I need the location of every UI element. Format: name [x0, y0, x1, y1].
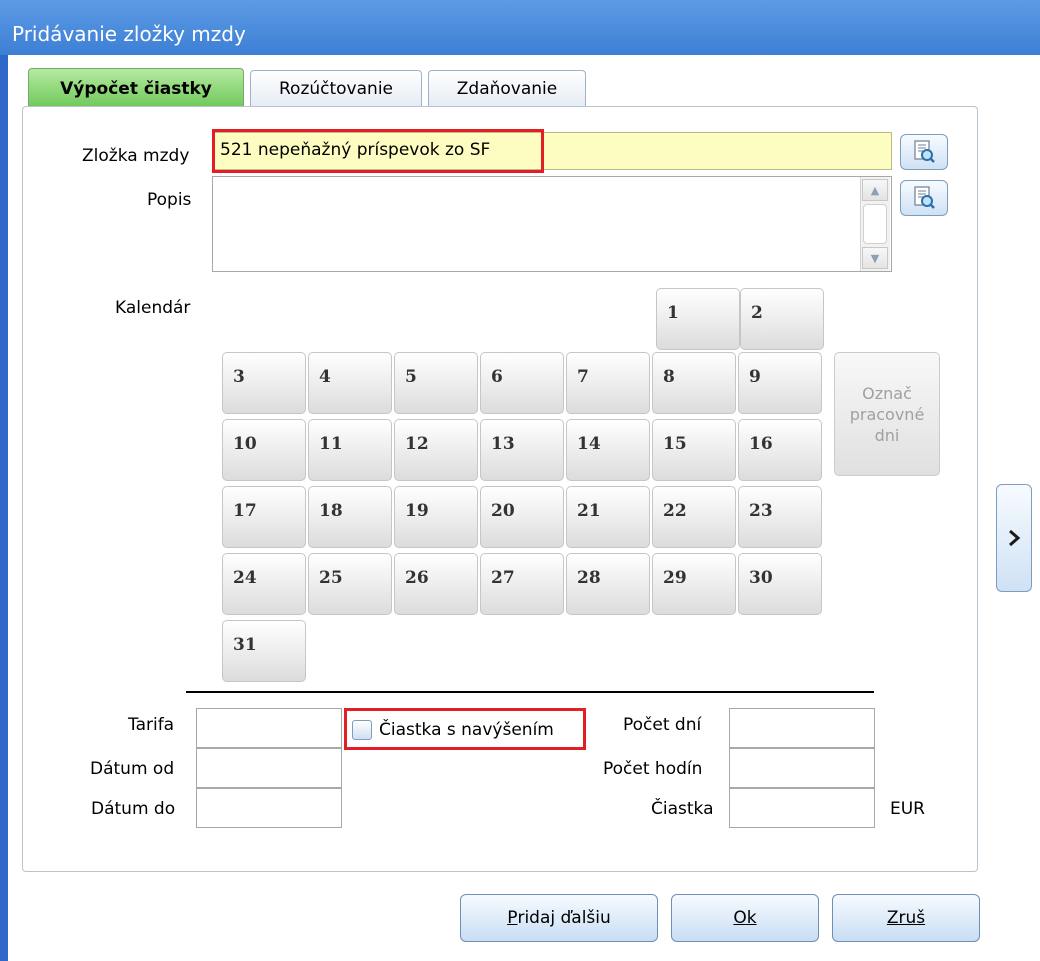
- popis-textarea[interactable]: [212, 176, 892, 272]
- calendar-day-23[interactable]: 23: [738, 486, 822, 548]
- calendar-day-3[interactable]: 3: [222, 352, 306, 414]
- expand-panel-button[interactable]: [996, 484, 1032, 592]
- calendar-day-9[interactable]: 9: [738, 352, 822, 414]
- section-divider: [186, 691, 874, 693]
- scroll-down-icon[interactable]: ▼: [862, 247, 888, 269]
- ciastka-label: Čiastka: [651, 799, 714, 819]
- add-next-mnemonic: P: [507, 908, 518, 928]
- calendar-day-18[interactable]: 18: [308, 486, 392, 548]
- datum-do-input[interactable]: [196, 788, 342, 828]
- chevron-right-icon: [1009, 529, 1021, 547]
- lookup-icon: [914, 186, 935, 209]
- calendar-day-28[interactable]: 28: [566, 553, 650, 615]
- calendar-day-4[interactable]: 4: [308, 352, 392, 414]
- ciastka-input[interactable]: [729, 788, 875, 828]
- datum-od-label: Dátum od: [90, 759, 175, 779]
- tarifa-label: Tarifa: [128, 715, 175, 735]
- calendar-day-27[interactable]: 27: [480, 553, 564, 615]
- tarifa-input[interactable]: [196, 708, 342, 748]
- tab-rozuctovanie[interactable]: Rozúčtovanie: [250, 70, 422, 106]
- cancel-mnemonic: Z: [886, 908, 899, 928]
- calendar-day-31[interactable]: 31: [222, 620, 306, 682]
- calendar-day-12[interactable]: 12: [394, 419, 478, 481]
- mark-work-days-button[interactable]: Označ pracovné dni: [834, 352, 940, 476]
- zlozka-label: Zložka mzdy: [82, 146, 190, 166]
- calendar-day-16[interactable]: 16: [738, 419, 822, 481]
- calendar-day-22[interactable]: 22: [652, 486, 736, 548]
- pocet-dni-input[interactable]: [729, 708, 875, 748]
- calendar-day-10[interactable]: 10: [222, 419, 306, 481]
- ok-label: k: [746, 908, 757, 928]
- datum-do-label: Dátum do: [91, 799, 176, 819]
- cancel-button[interactable]: Zruš: [832, 894, 980, 942]
- popis-lookup-button[interactable]: [900, 180, 948, 216]
- add-next-button[interactable]: Pridaj ďalšiu: [460, 894, 658, 942]
- mark-work-days-label: Označ pracovné dni: [849, 383, 925, 445]
- lookup-icon: [914, 140, 935, 163]
- popis-label: Popis: [147, 190, 192, 210]
- scroll-up-icon[interactable]: ▲: [862, 179, 888, 201]
- tab-vypocet-ciastky[interactable]: Výpočet čiastky: [28, 68, 244, 108]
- kalendar-label: Kalendár: [115, 298, 191, 318]
- pocet-dni-label: Počet dní: [623, 715, 702, 735]
- window-frame-left: [0, 55, 8, 961]
- calendar-day-8[interactable]: 8: [652, 352, 736, 414]
- ok-button[interactable]: Ok: [671, 894, 819, 942]
- scroll-thumb[interactable]: [863, 204, 887, 244]
- calendar-day-1[interactable]: 1: [656, 288, 740, 350]
- window-title: Pridávanie zložky mzdy: [12, 22, 246, 46]
- pocet-hodin-input[interactable]: [729, 748, 875, 788]
- calendar-day-13[interactable]: 13: [480, 419, 564, 481]
- calendar-day-19[interactable]: 19: [394, 486, 478, 548]
- zlozka-lookup-button[interactable]: [900, 134, 948, 170]
- datum-od-input[interactable]: [196, 748, 342, 788]
- cancel-label: ruš: [898, 908, 926, 928]
- calendar-day-21[interactable]: 21: [566, 486, 650, 548]
- calendar-day-20[interactable]: 20: [480, 486, 564, 548]
- pocet-hodin-label: Počet hodín: [603, 759, 703, 779]
- calendar-day-7[interactable]: 7: [566, 352, 650, 414]
- calendar-day-15[interactable]: 15: [652, 419, 736, 481]
- ciastka-s-navysenim-checkbox[interactable]: [352, 720, 372, 740]
- calendar-day-25[interactable]: 25: [308, 553, 392, 615]
- calendar-day-2[interactable]: 2: [740, 288, 824, 350]
- calendar-day-5[interactable]: 5: [394, 352, 478, 414]
- ciastka-s-navysenim-label: Čiastka s navýšením: [379, 720, 554, 740]
- window-frame-right: [1032, 55, 1040, 961]
- calendar-day-30[interactable]: 30: [738, 553, 822, 615]
- calendar-day-26[interactable]: 26: [394, 553, 478, 615]
- calendar-day-29[interactable]: 29: [652, 553, 736, 615]
- currency-label: EUR: [890, 799, 925, 819]
- highlight-box-zlozka: [212, 129, 544, 173]
- calendar-day-14[interactable]: 14: [566, 419, 650, 481]
- add-next-label: ridaj ďalšiu: [517, 908, 611, 928]
- tab-zdanovanie[interactable]: Zdaňovanie: [428, 70, 586, 106]
- calendar-day-6[interactable]: 6: [480, 352, 564, 414]
- calendar-day-11[interactable]: 11: [308, 419, 392, 481]
- calendar-day-17[interactable]: 17: [222, 486, 306, 548]
- ok-mnemonic: O: [733, 908, 747, 928]
- calendar-day-24[interactable]: 24: [222, 553, 306, 615]
